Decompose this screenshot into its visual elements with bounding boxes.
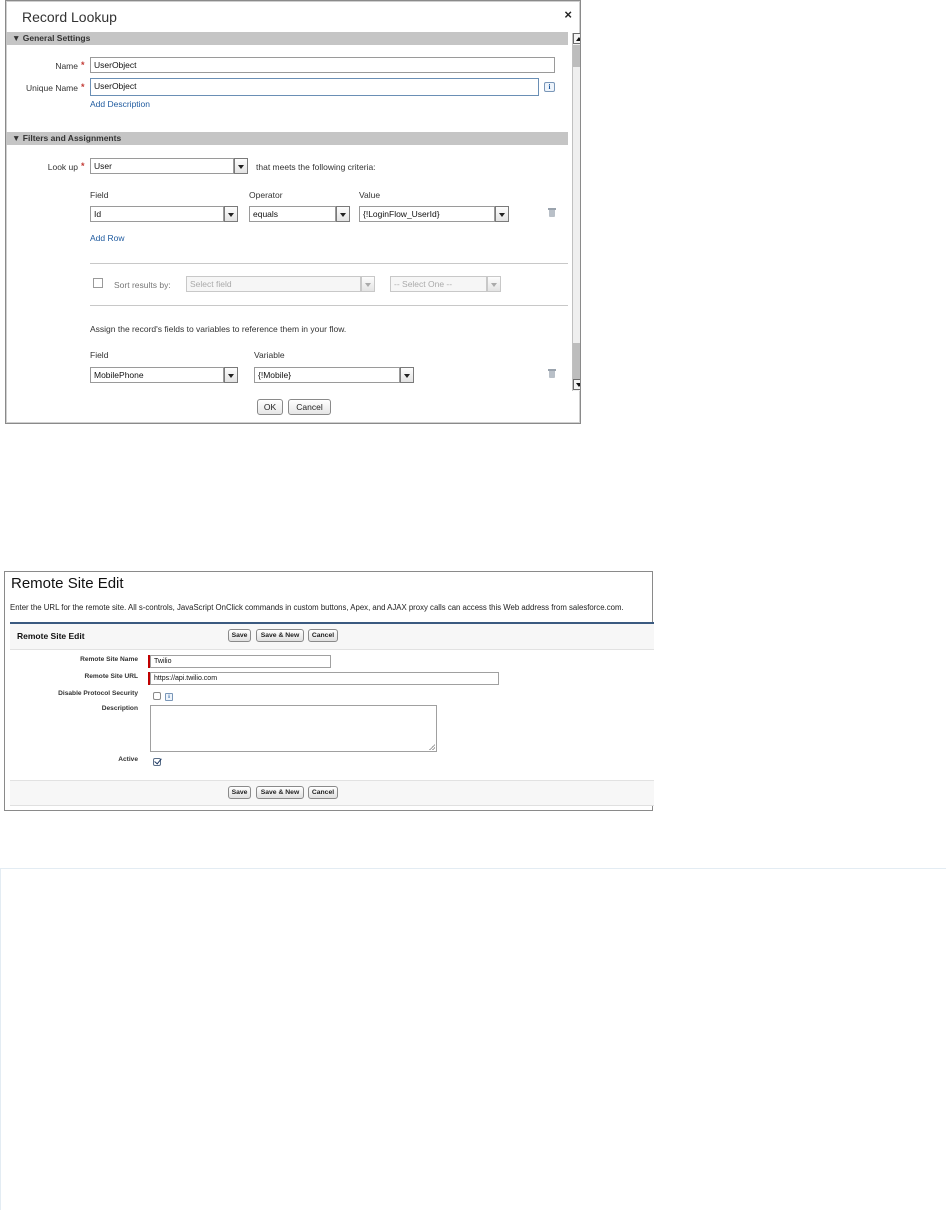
dialog-title: Record Lookup — [22, 9, 117, 25]
criteria-text: that meets the following criteria: — [256, 162, 376, 172]
empty-content-frame — [0, 868, 946, 1210]
sort-results-checkbox[interactable] — [93, 278, 103, 288]
lookup-object-select[interactable]: User — [90, 158, 234, 174]
unique-name-label: Unique Name — [26, 83, 78, 93]
name-required-icon: * — [81, 60, 85, 70]
field-column-header: Field — [90, 190, 109, 200]
save-button[interactable]: Save — [228, 786, 251, 799]
filter-field-select[interactable]: Id — [90, 206, 224, 222]
sort-results-label: Sort results by: — [114, 280, 171, 290]
sort-order-select[interactable]: -- Select One -- — [390, 276, 487, 292]
resize-handle-icon[interactable] — [429, 744, 435, 750]
scrollbar-thumb[interactable] — [573, 45, 580, 67]
remote-site-name-label: Remote Site Name — [80, 656, 138, 663]
chevron-down-icon[interactable] — [336, 206, 350, 222]
divider — [90, 263, 568, 264]
assign-variable-input[interactable]: {!Mobile} — [254, 367, 400, 383]
disable-protocol-security-checkbox[interactable] — [153, 692, 161, 700]
cancel-button[interactable]: Cancel — [308, 629, 338, 642]
description-label: Description — [101, 705, 138, 712]
ok-button[interactable]: OK — [257, 399, 283, 415]
assign-field-select[interactable]: MobilePhone — [90, 367, 224, 383]
save-button[interactable]: Save — [228, 629, 251, 642]
assign-text: Assign the record's fields to variables … — [90, 324, 347, 334]
save-new-button[interactable]: Save & New — [256, 629, 304, 642]
cancel-button[interactable]: Cancel — [288, 399, 331, 415]
remote-site-url-input[interactable]: https://api.twilio.com — [150, 672, 499, 685]
remote-site-url-label: Remote Site URL — [84, 673, 139, 680]
cancel-button[interactable]: Cancel — [308, 786, 338, 799]
filter-value-input[interactable]: {!LoginFlow_UserId} — [359, 206, 495, 222]
record-lookup-dialog: Record Lookup × ▼ General Settings Name … — [5, 0, 581, 424]
sort-field-select[interactable]: Select field — [186, 276, 361, 292]
info-icon[interactable]: i — [165, 693, 173, 701]
filters-title: Filters and Assignments — [22, 133, 122, 143]
chevron-down-icon[interactable] — [234, 158, 248, 174]
scrollbar-thumb[interactable] — [573, 343, 580, 379]
chevron-down-icon[interactable] — [224, 206, 238, 222]
trash-icon[interactable] — [548, 369, 556, 378]
description-textarea[interactable] — [150, 705, 437, 752]
page-title: Remote Site Edit — [11, 575, 124, 592]
assign-field-header: Field — [90, 350, 109, 360]
chevron-down-icon[interactable] — [361, 276, 375, 292]
add-row-link[interactable]: Add Row — [90, 233, 125, 243]
general-settings-title: General Settings — [22, 33, 91, 43]
remote-site-name-input[interactable]: Twilio — [150, 655, 331, 668]
lookup-label: Look up — [47, 162, 78, 172]
info-icon[interactable]: i — [544, 82, 555, 92]
active-label: Active — [118, 756, 138, 763]
remote-site-edit-panel: Remote Site Edit Enter the URL for the r… — [4, 571, 654, 811]
unique-name-required-icon: * — [81, 82, 85, 92]
scroll-up-icon[interactable] — [573, 33, 580, 44]
scroll-down-icon[interactable] — [573, 379, 580, 390]
save-new-button[interactable]: Save & New — [256, 786, 304, 799]
lookup-required-icon: * — [81, 161, 85, 171]
chevron-down-icon[interactable] — [487, 276, 501, 292]
disable-protocol-security-label: Disable Protocol Security — [58, 690, 138, 697]
name-input[interactable]: UserObject — [90, 57, 555, 73]
close-icon[interactable]: × — [564, 7, 572, 22]
active-checkbox[interactable] — [153, 758, 161, 766]
page-description: Enter the URL for the remote site. All s… — [10, 603, 624, 612]
assign-variable-header: Variable — [254, 350, 285, 360]
general-settings-header[interactable]: ▼ General Settings — [6, 32, 568, 45]
scrollbar[interactable] — [572, 33, 580, 391]
trash-icon[interactable] — [548, 208, 556, 217]
chevron-down-icon[interactable] — [224, 367, 238, 383]
filter-operator-select[interactable]: equals — [249, 206, 336, 222]
add-description-link[interactable]: Add Description — [90, 99, 150, 109]
chevron-down-icon[interactable] — [400, 367, 414, 383]
chevron-down-icon[interactable] — [495, 206, 509, 222]
name-label: Name — [55, 61, 78, 71]
operator-column-header: Operator — [249, 190, 283, 200]
section-title: Remote Site Edit — [17, 631, 85, 641]
divider — [90, 305, 568, 306]
filters-header[interactable]: ▼ Filters and Assignments — [6, 132, 568, 145]
unique-name-input[interactable]: UserObject — [90, 78, 539, 96]
value-column-header: Value — [359, 190, 381, 200]
